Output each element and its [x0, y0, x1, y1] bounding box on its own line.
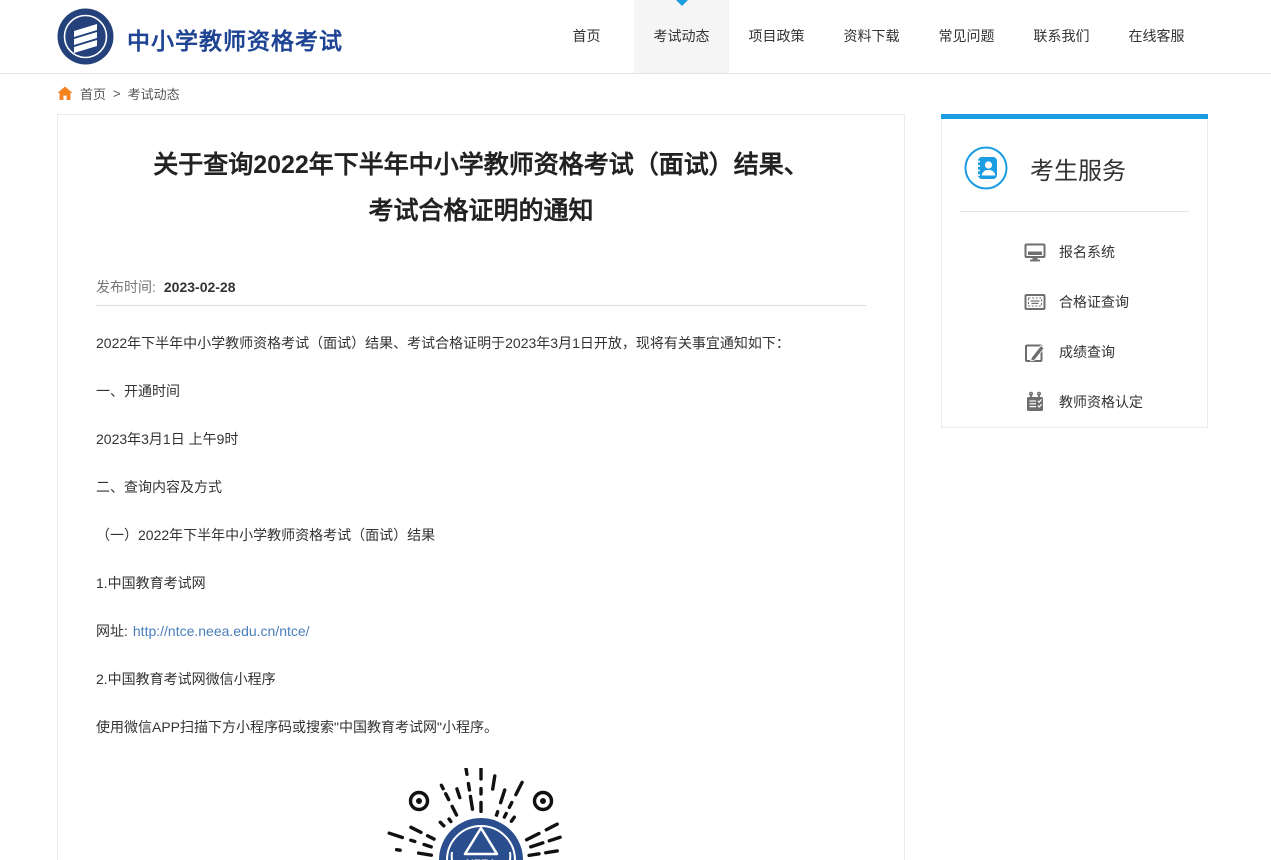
breadcrumb-home-link[interactable]: 首页	[80, 84, 106, 103]
publish-meta: 发布时间: 2023-02-28	[96, 280, 866, 306]
article-title-line1: 关于查询2022年下半年中小学教师资格考试（面试）结果、	[58, 142, 904, 188]
nav-item-contact[interactable]: 联系我们	[1014, 0, 1109, 73]
site-brand[interactable]: 中小学教师资格考试	[57, 8, 343, 70]
sidebar-item-label: 成绩查询	[1059, 342, 1115, 362]
sidebar-item-qualification[interactable]: 教师资格认定	[942, 377, 1207, 427]
site-logo-icon	[57, 8, 114, 70]
page: 中小学教师资格考试 首页 考试动态 项目政策 资料下载 常见问题 联系我们 在线…	[0, 0, 1271, 860]
divider	[960, 211, 1189, 212]
nav-item-online-service[interactable]: 在线客服	[1109, 0, 1204, 73]
sidebar-candidate-services: 考生服务 报名系统	[941, 114, 1208, 428]
sidebar-item-label: 合格证查询	[1059, 292, 1129, 312]
ntce-link[interactable]: http://ntce.neea.edu.cn/ntce/	[133, 623, 310, 639]
pencil-edit-icon	[1024, 341, 1046, 363]
nav-item-home[interactable]: 首页	[539, 0, 634, 73]
nav-item-downloads[interactable]: 资料下载	[824, 0, 919, 73]
site-title: 中小学教师资格考试	[127, 22, 343, 56]
paragraph-site: 1.中国教育考试网	[96, 576, 866, 590]
notebook-check-icon	[1024, 391, 1046, 413]
article-title: 关于查询2022年下半年中小学教师资格考试（面试）结果、 考试合格证明的通知	[58, 115, 904, 234]
paragraph-scan-hint: 使用微信APP扫描下方小程序码或搜索"中国教育考试网"小程序。	[96, 720, 866, 734]
sidebar-item-registration[interactable]: 报名系统	[942, 227, 1207, 277]
nav-item-policies[interactable]: 项目政策	[729, 0, 824, 73]
wechat-miniprogram-qr-code: NEEA	[386, 768, 576, 860]
paragraph-sub1: （一）2022年下半年中小学教师资格考试（面试）结果	[96, 528, 866, 542]
url-label: 网址:	[96, 623, 128, 639]
paragraph-open-time: 2023年3月1日 上午9时	[96, 432, 866, 446]
main-nav: 首页 考试动态 项目政策 资料下载 常见问题 联系我们 在线客服	[539, 0, 1204, 73]
paragraph-section2: 二、查询内容及方式	[96, 480, 866, 494]
paragraph-miniprogram: 2.中国教育考试网微信小程序	[96, 672, 866, 686]
sidebar-item-certificate-query[interactable]: 合格证查询	[942, 277, 1207, 327]
sidebar-title: 考生服务	[1030, 151, 1126, 186]
candidate-services-icon	[964, 146, 1008, 190]
breadcrumb: 首页 > 考试动态	[57, 74, 180, 112]
home-icon	[57, 86, 73, 101]
monitor-icon	[1024, 241, 1046, 263]
sidebar-item-label: 教师资格认定	[1059, 392, 1143, 412]
sidebar-item-label: 报名系统	[1059, 242, 1115, 262]
paragraph-section1: 一、开通时间	[96, 384, 866, 398]
certificate-icon	[1024, 291, 1046, 313]
sidebar-items: 报名系统 合格证查询	[942, 227, 1207, 427]
paragraph-intro: 2022年下半年中小学教师资格考试（面试）结果、考试合格证明于2023年3月1日…	[96, 336, 866, 350]
sidebar-header: 考生服务	[942, 119, 1207, 190]
sidebar-card: 考生服务 报名系统	[941, 119, 1208, 428]
nav-item-faq[interactable]: 常见问题	[919, 0, 1014, 73]
nav-item-exam-news[interactable]: 考试动态	[634, 0, 729, 73]
breadcrumb-current: 考试动态	[128, 84, 180, 103]
article-title-line2: 考试合格证明的通知	[58, 188, 904, 234]
breadcrumb-separator: >	[113, 86, 121, 101]
article-card: 关于查询2022年下半年中小学教师资格考试（面试）结果、 考试合格证明的通知 发…	[57, 114, 905, 860]
publish-label: 发布时间:	[96, 279, 156, 295]
publish-date: 2023-02-28	[164, 279, 236, 295]
paragraph-url: 网址: http://ntce.neea.edu.cn/ntce/	[96, 624, 866, 638]
site-header: 中小学教师资格考试 首页 考试动态 项目政策 资料下载 常见问题 联系我们 在线…	[0, 0, 1271, 74]
article-body: 2022年下半年中小学教师资格考试（面试）结果、考试合格证明于2023年3月1日…	[58, 306, 904, 860]
sidebar-item-score-query[interactable]: 成绩查询	[942, 327, 1207, 377]
